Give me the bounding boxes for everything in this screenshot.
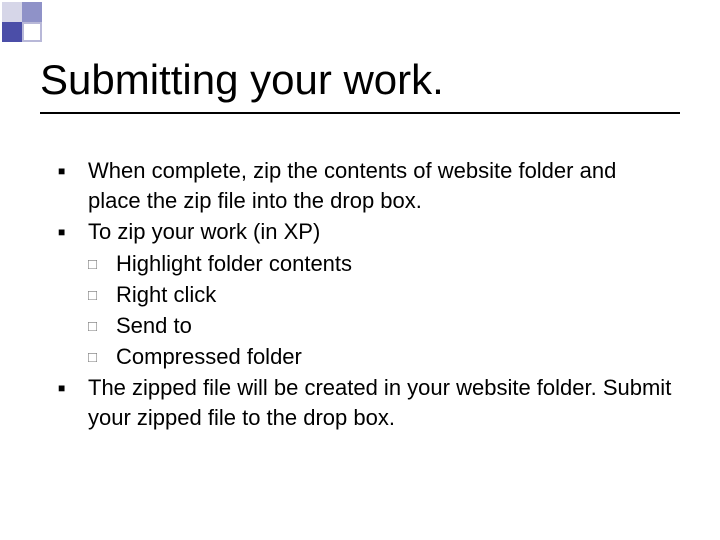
title-area: Submitting your work. xyxy=(40,56,680,114)
slide-title: Submitting your work. xyxy=(40,56,680,104)
list-item-text: When complete, zip the contents of websi… xyxy=(88,156,672,215)
list-item: The zipped file will be created in your … xyxy=(58,373,672,432)
sub-list-item: Right click xyxy=(88,280,672,311)
slide: Submitting your work. When complete, zip… xyxy=(0,0,720,540)
list-item-text: The zipped file will be created in your … xyxy=(88,373,672,432)
sub-list-item-text: Right click xyxy=(116,280,672,311)
hollow-square-bullet-icon xyxy=(88,342,116,373)
sub-list-item: Highlight folder contents xyxy=(88,249,672,280)
sub-list-item-text: Compressed folder xyxy=(116,342,672,373)
deco-square-outline xyxy=(22,22,42,42)
list-item-text: To zip your work (in XP) xyxy=(88,217,672,247)
hollow-square-bullet-icon xyxy=(88,311,116,342)
corner-decoration xyxy=(2,2,46,46)
hollow-square-bullet-icon xyxy=(88,280,116,311)
square-bullet-icon xyxy=(58,217,88,247)
list-item: To zip your work (in XP) xyxy=(58,217,672,247)
hollow-square-bullet-icon xyxy=(88,249,116,280)
body-area: When complete, zip the contents of websi… xyxy=(58,156,672,435)
deco-square-light xyxy=(2,2,22,22)
sub-list-item-text: Highlight folder contents xyxy=(116,249,672,280)
square-bullet-icon xyxy=(58,156,88,215)
deco-square-med xyxy=(22,2,42,22)
sub-list-item: Compressed folder xyxy=(88,342,672,373)
sub-list-item: Send to xyxy=(88,311,672,342)
list-item: When complete, zip the contents of websi… xyxy=(58,156,672,215)
sub-list-item-text: Send to xyxy=(116,311,672,342)
square-bullet-icon xyxy=(58,373,88,432)
deco-square-dark xyxy=(2,22,22,42)
